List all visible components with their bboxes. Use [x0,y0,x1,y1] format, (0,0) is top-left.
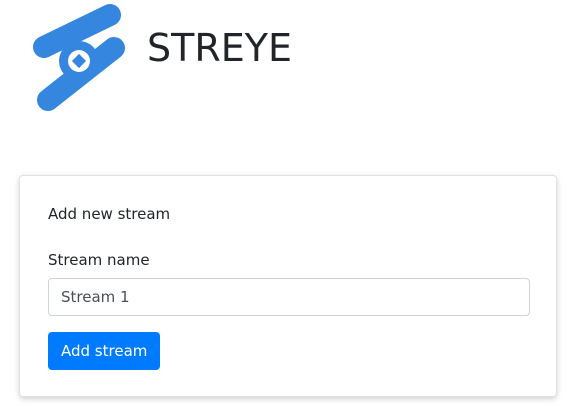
stream-name-input[interactable] [48,278,530,316]
streye-logo-icon [33,4,125,111]
page: STREYE Add new stream Stream name Add st… [0,0,578,407]
add-stream-button[interactable]: Add stream [48,332,161,370]
stream-name-label: Stream name [48,251,150,269]
app-header: STREYE [0,0,578,120]
app-title: STREYE [147,26,292,70]
add-stream-card: Add new stream Stream name Add stream [19,175,557,397]
card-title: Add new stream [48,205,171,223]
